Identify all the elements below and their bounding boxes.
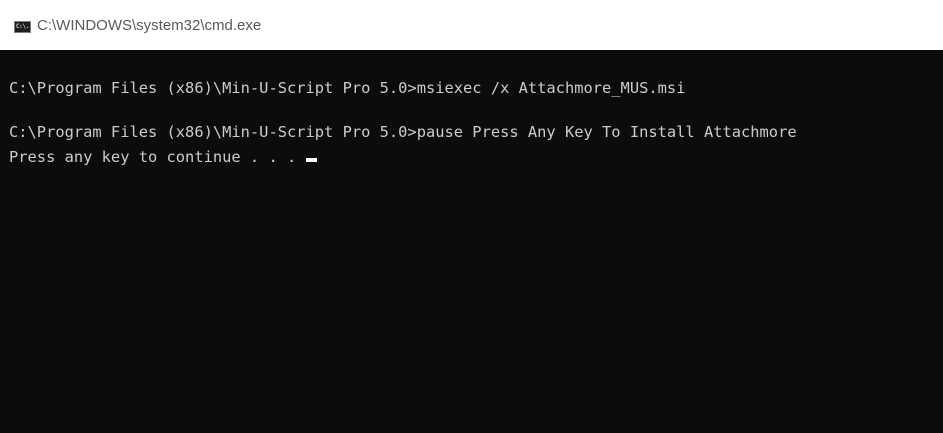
title-bar[interactable]: C:\. C:\WINDOWS\system32\cmd.exe (0, 0, 943, 50)
cmd-icon-glyph: C:\. (15, 23, 30, 30)
console-line: C:\Program Files (x86)\Min-U-Script Pro … (9, 123, 797, 141)
window-title: C:\WINDOWS\system32\cmd.exe (37, 17, 262, 34)
text-cursor (305, 158, 317, 162)
cmd-window: C:\. C:\WINDOWS\system32\cmd.exe C:\Prog… (0, 0, 943, 433)
console-line-text: Press any key to continue . . . (9, 148, 306, 166)
console-output[interactable]: C:\Program Files (x86)\Min-U-Script Pro … (0, 50, 943, 433)
cmd-icon[interactable]: C:\. (14, 21, 31, 33)
console-prompt-line: Press any key to continue . . . (9, 148, 317, 166)
console-line: C:\Program Files (x86)\Min-U-Script Pro … (9, 79, 686, 97)
